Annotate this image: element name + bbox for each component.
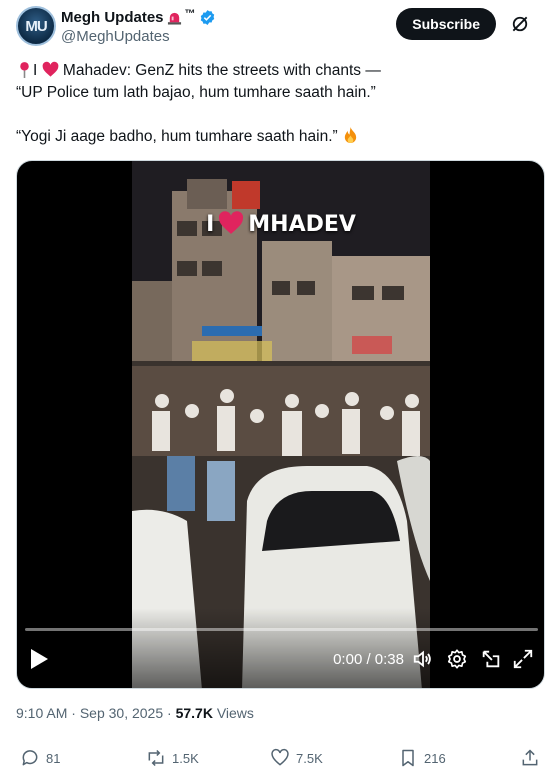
fire-icon: [344, 127, 357, 144]
subscribe-button[interactable]: Subscribe: [396, 8, 496, 40]
like-count: 7.5K: [296, 750, 323, 766]
meta-separator-2: ·: [163, 705, 176, 721]
tweet-line-3: “Yogi Ji aage badho, hum tumhare saath h…: [16, 126, 544, 148]
video-controls: 0:00 / 0:38: [17, 608, 544, 688]
share-icon: [522, 749, 538, 766]
tweet-line-3-text: “Yogi Ji aage badho, hum tumhare saath h…: [16, 128, 338, 145]
share-button[interactable]: [520, 748, 540, 768]
views-label: Views: [212, 705, 254, 721]
reply-count: 81: [46, 750, 61, 766]
volume-icon[interactable]: [412, 648, 434, 670]
tm-mark: ™: [184, 8, 196, 20]
like-button[interactable]: 7.5K: [270, 748, 323, 768]
grok-icon[interactable]: [510, 14, 530, 34]
reply-icon: [22, 750, 38, 766]
settings-gear-icon[interactable]: [446, 648, 468, 670]
tweet-line-1-prefix: I: [33, 62, 38, 79]
avatar[interactable]: MU: [16, 6, 56, 46]
repost-button[interactable]: 1.5K: [146, 748, 199, 768]
author-handle[interactable]: @MeghUpdates: [61, 27, 216, 47]
views-count: 57.7K: [175, 705, 213, 721]
siren-icon: [167, 12, 181, 25]
bookmark-icon: [402, 749, 414, 767]
video-overlay-title: I MHADEV: [132, 211, 430, 237]
pop-out-icon[interactable]: [480, 648, 502, 670]
tweet-header: MU Megh Updates ™ @MeghUpdates Subscribe: [16, 6, 544, 46]
repost-icon: [148, 749, 164, 767]
display-name[interactable]: Megh Updates: [61, 9, 164, 26]
video-player[interactable]: I MHADEV 0:00 / 0:38: [16, 160, 545, 689]
tweet-meta: 9:10 AM · Sep 30, 2025 · 57.7K Views: [16, 705, 254, 721]
bookmark-count: 216: [424, 750, 446, 766]
play-icon[interactable]: [29, 648, 49, 670]
round-pushpin-icon: [20, 62, 29, 78]
author-block: Megh Updates ™ @MeghUpdates: [61, 7, 216, 47]
video-time: 0:00 / 0:38: [333, 651, 404, 668]
tweet-line-1: I Mahadev: GenZ hits the streets with ch…: [16, 60, 544, 82]
overlay-prefix: I: [206, 212, 215, 237]
overlay-heart-icon: [219, 211, 244, 234]
verified-badge-icon[interactable]: [199, 9, 216, 26]
fullscreen-icon[interactable]: [512, 648, 534, 670]
tweet-date[interactable]: Sep 30, 2025: [80, 705, 163, 721]
like-heart-icon: [271, 748, 289, 766]
action-bar: 81 1.5K 7.5K 216: [16, 748, 544, 774]
name-row: Megh Updates ™: [61, 7, 216, 27]
tweet-line-1-text: Mahadev: GenZ hits the streets with chan…: [58, 62, 381, 79]
tweet-text: I Mahadev: GenZ hits the streets with ch…: [16, 60, 544, 148]
tweet-line-2: “UP Police tum lath bajao, hum tumhare s…: [16, 84, 376, 101]
progress-bar[interactable]: [25, 628, 538, 631]
repost-count: 1.5K: [172, 750, 199, 766]
bookmark-button[interactable]: 216: [398, 748, 446, 768]
red-heart-icon: [42, 61, 59, 77]
meta-separator: ·: [67, 705, 80, 721]
overlay-word: MHADEV: [248, 212, 356, 237]
reply-button[interactable]: 81: [20, 748, 60, 768]
tweet-time[interactable]: 9:10 AM: [16, 705, 67, 721]
